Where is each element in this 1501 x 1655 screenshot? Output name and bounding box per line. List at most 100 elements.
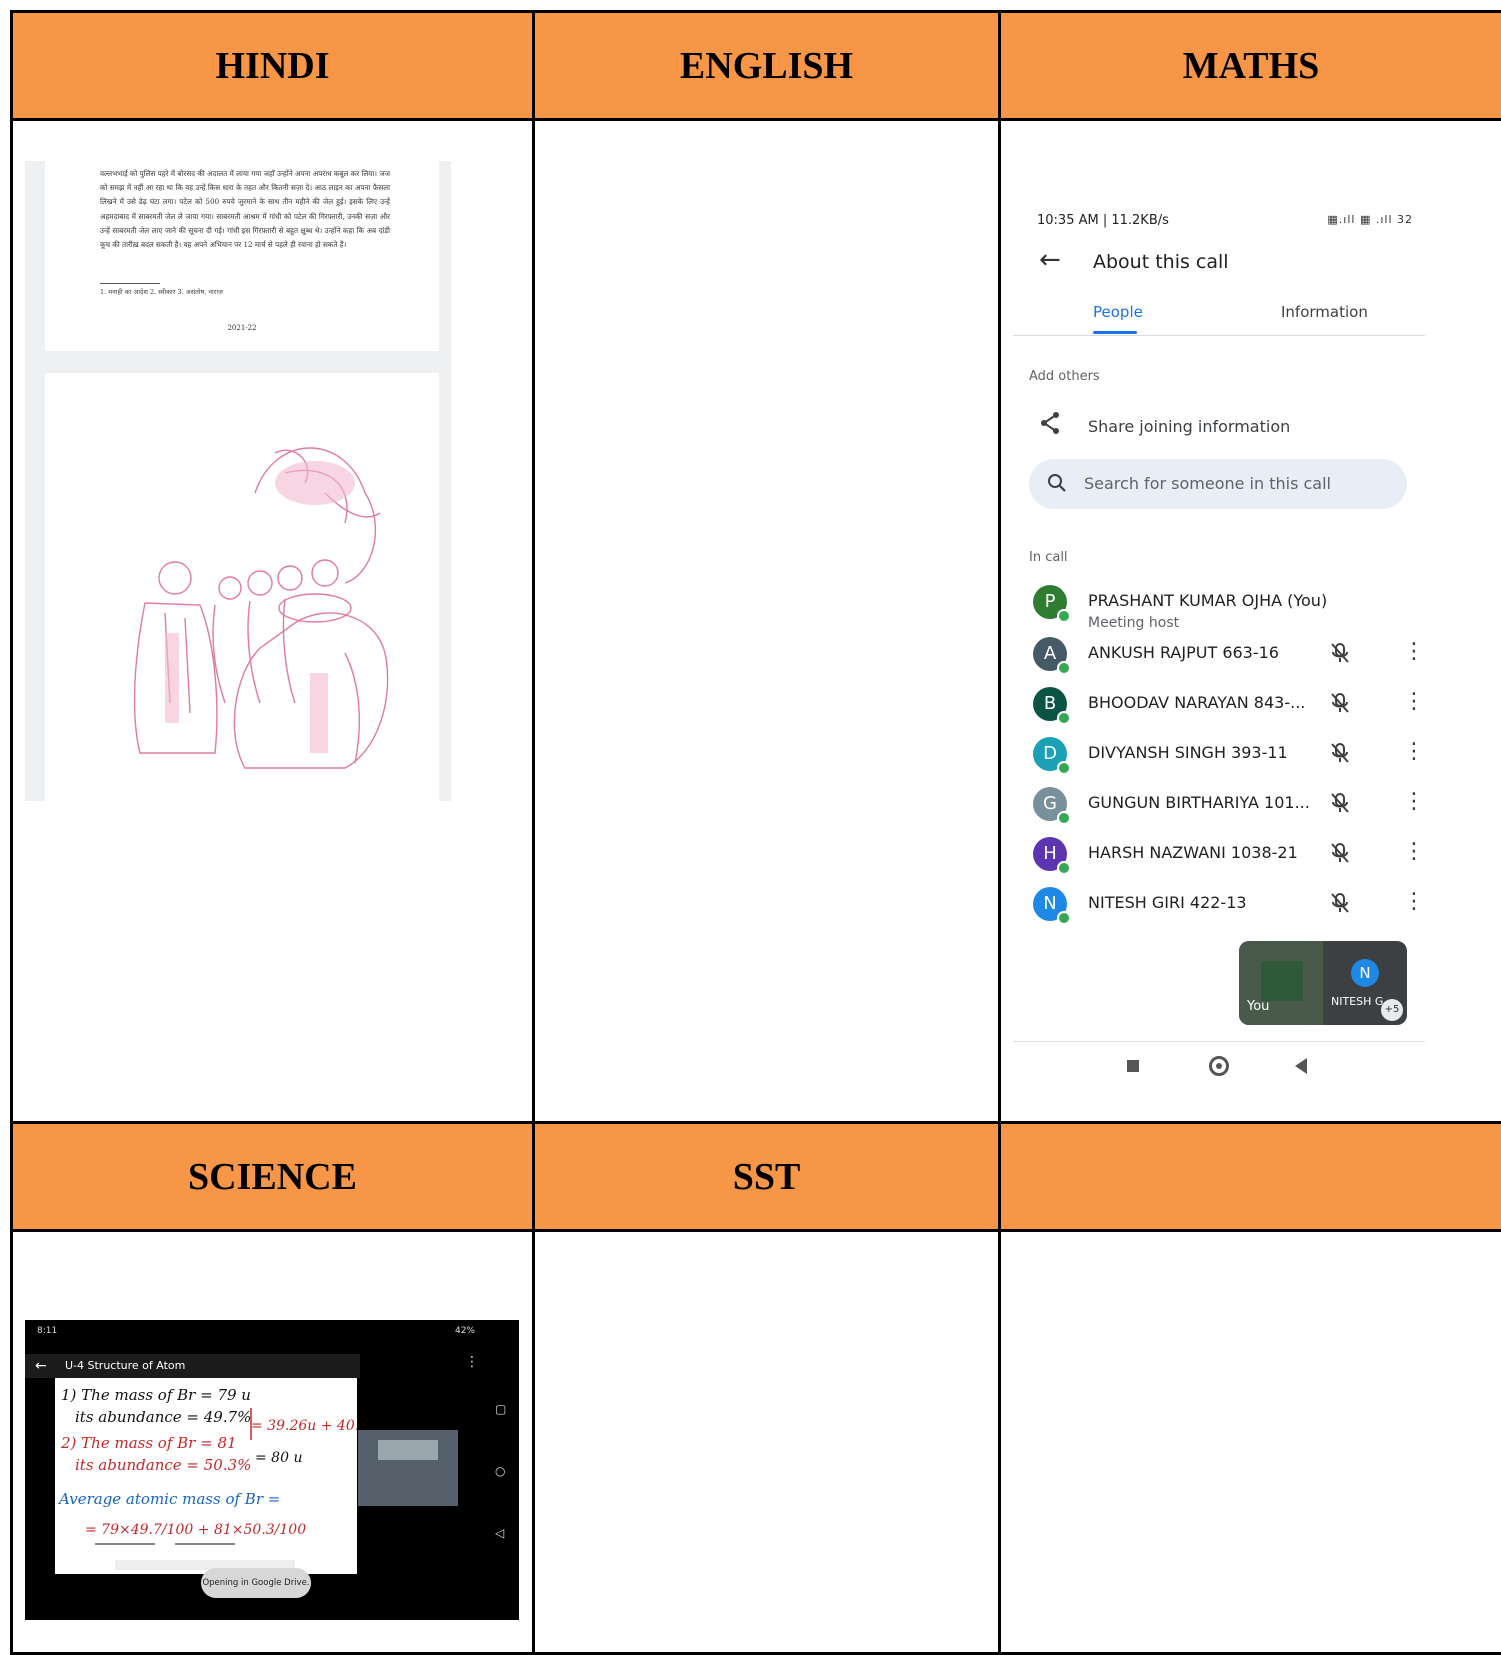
online-dot	[1057, 609, 1071, 623]
square-nav-icon[interactable]: ▢	[495, 1402, 506, 1416]
board-line: 2) The mass of Br = 81	[60, 1434, 237, 1452]
search-icon	[1047, 473, 1067, 497]
nav-back-icon[interactable]	[1295, 1058, 1307, 1074]
self-video: You	[1239, 941, 1323, 1025]
book-page-illustration	[45, 373, 439, 801]
meet-screenshot: 10:35 AM | 11.2KB/s ▦.ıll ▦ .ıll 32 ← Ab…	[1013, 161, 1443, 1121]
tablet-status-battery: 42%	[455, 1326, 475, 1336]
cell-english	[534, 120, 1000, 1123]
board-line: = 80 u	[255, 1450, 302, 1466]
add-others-label: Add others	[1029, 369, 1100, 384]
board-line: = 39.26u + 40.74	[251, 1418, 357, 1434]
participant-row[interactable]: N NITESH GIRI 422-13 ⋮	[1033, 887, 1425, 935]
toast-message: Opening in Google Drive.	[201, 1568, 311, 1598]
participant-name: NITESH GIRI 422-13	[1088, 893, 1247, 912]
board-line: 1) The mass of Br = 79 u	[61, 1386, 251, 1404]
tab-active-indicator	[1093, 331, 1137, 334]
mic-off-icon	[1329, 641, 1351, 669]
more-options-icon[interactable]: ⋮	[1403, 841, 1425, 863]
participant-row[interactable]: G GUNGUN BIRTHARIYA 101... ⋮	[1033, 787, 1425, 835]
header-hindi: HINDI	[12, 12, 534, 120]
more-options-icon[interactable]: ⋮	[1403, 741, 1425, 763]
cell-maths: 10:35 AM | 11.2KB/s ▦.ıll ▦ .ıll 32 ← Ab…	[1000, 120, 1501, 1123]
mic-off-icon	[1329, 841, 1351, 869]
recents-icon[interactable]	[1127, 1060, 1139, 1072]
handwriting: 1) The mass of Br = 79 u its abundance =…	[55, 1378, 357, 1574]
phone-status-icons: ▦.ıll ▦ .ıll 32	[1327, 213, 1413, 226]
in-call-label: In call	[1029, 550, 1068, 565]
participant-row[interactable]: H HARSH NAZWANI 1038-21 ⋮	[1033, 837, 1425, 885]
mic-off-icon	[1329, 791, 1351, 819]
participant-role: Meeting host	[1088, 615, 1179, 631]
board-line: its abundance = 50.3%	[75, 1456, 251, 1474]
online-dot	[1057, 811, 1071, 825]
whiteboard: 1) The mass of Br = 79 u its abundance =…	[55, 1378, 357, 1574]
tile-avatar: N	[1351, 959, 1379, 987]
self-video-label: You	[1247, 999, 1269, 1014]
header-maths: MATHS	[1000, 12, 1501, 120]
menu-icon[interactable]: ⋮	[465, 1354, 479, 1370]
nav-divider	[1013, 1041, 1425, 1042]
webcam-feed	[358, 1430, 458, 1506]
online-dot	[1057, 761, 1071, 775]
share-icon[interactable]	[1039, 411, 1061, 439]
participant-row[interactable]: A ANKUSH RAJPUT 663-16 ⋮	[1033, 637, 1425, 685]
cell-empty	[1000, 1231, 1501, 1654]
mic-off-icon	[1329, 691, 1351, 719]
participant-row[interactable]: B BHOODAV NARAYAN 843-... ⋮	[1033, 687, 1425, 735]
online-dot	[1057, 711, 1071, 725]
search-participants-field[interactable]: Search for someone in this call	[1029, 459, 1407, 509]
more-options-icon[interactable]: ⋮	[1403, 691, 1425, 713]
footnote-divider	[100, 283, 160, 284]
participant-name: PRASHANT KUMAR OJHA (You)	[1088, 591, 1327, 610]
tab-people[interactable]: People	[1093, 303, 1143, 321]
phone-status-time: 10:35 AM | 11.2KB/s	[1037, 213, 1169, 228]
screen-title: About this call	[1093, 251, 1229, 273]
more-options-icon[interactable]: ⋮	[1403, 791, 1425, 813]
circle-nav-icon[interactable]: ○	[495, 1464, 505, 1478]
cell-hindi: वल्लभभाई को पुलिस पहरे में बोरसद की अदाल…	[12, 120, 534, 1123]
participant-name: DIVYANSH SINGH 393-11	[1088, 743, 1288, 762]
participant-name: GUNGUN BIRTHARIYA 101...	[1088, 793, 1310, 812]
participant-name: HARSH NAZWANI 1038-21	[1088, 843, 1298, 862]
board-line: = 79×49.7/100 + 81×50.3/100	[85, 1522, 306, 1538]
participant-row[interactable]: D DIVYANSH SINGH 393-11 ⋮	[1033, 737, 1425, 785]
class-screenshot: 8:11 42% ← U-4 Structure of Atom ⋮ 1) Th…	[25, 1320, 519, 1620]
participant-name: BHOODAV NARAYAN 843-...	[1088, 693, 1305, 712]
header-sst: SST	[534, 1123, 1000, 1231]
share-joining-info-button[interactable]: Share joining information	[1088, 417, 1290, 436]
online-dot	[1057, 861, 1071, 875]
participant-row[interactable]: P PRASHANT KUMAR OJHA (You) Meeting host	[1033, 585, 1425, 633]
back-arrow-icon[interactable]: ←	[1039, 245, 1061, 275]
more-options-icon[interactable]: ⋮	[1403, 641, 1425, 663]
doc-title: U-4 Structure of Atom	[65, 1359, 185, 1372]
board-line: its abundance = 49.7%	[75, 1408, 251, 1426]
board-line: Average atomic mass of Br =	[57, 1490, 280, 1508]
book-page-text: वल्लभभाई को पुलिस पहरे में बोरसद की अदाल…	[45, 161, 439, 351]
tab-information[interactable]: Information	[1281, 303, 1368, 321]
participant-name: ANKUSH RAJPUT 663-16	[1088, 643, 1279, 662]
doc-toolbar: ← U-4 Structure of Atom	[25, 1354, 360, 1378]
cell-sst	[534, 1231, 1000, 1654]
search-placeholder: Search for someone in this call	[1084, 474, 1331, 493]
mic-off-icon	[1329, 891, 1351, 919]
book-year: 2021-22	[45, 324, 439, 332]
back-arrow-icon[interactable]: ←	[35, 1354, 47, 1378]
header-science: SCIENCE	[12, 1123, 534, 1231]
blackboard-image	[1261, 961, 1303, 1001]
hindi-footnote: 1. मनाही का आदेश 2. स्वीकार 3. असंतोष, न…	[100, 287, 223, 296]
online-dot	[1057, 911, 1071, 925]
tile-name: NITESH G	[1331, 995, 1383, 1008]
illustration-image	[45, 373, 439, 801]
battery-level: 32	[1397, 213, 1413, 226]
more-options-icon[interactable]: ⋮	[1403, 891, 1425, 913]
triangle-nav-icon[interactable]: ◁	[495, 1526, 504, 1540]
header-empty	[1000, 1123, 1501, 1231]
home-icon[interactable]	[1209, 1056, 1229, 1076]
tablet-status-time: 8:11	[37, 1326, 57, 1336]
tabs-divider	[1013, 335, 1425, 336]
mic-off-icon	[1329, 741, 1351, 769]
hindi-paragraph: वल्लभभाई को पुलिस पहरे में बोरसद की अदाल…	[100, 167, 390, 252]
subjects-table: HINDI ENGLISH MATHS वल्लभभाई को पुलिस पह…	[10, 10, 1501, 1655]
video-tile[interactable]: You N NITESH G +5	[1239, 941, 1407, 1025]
